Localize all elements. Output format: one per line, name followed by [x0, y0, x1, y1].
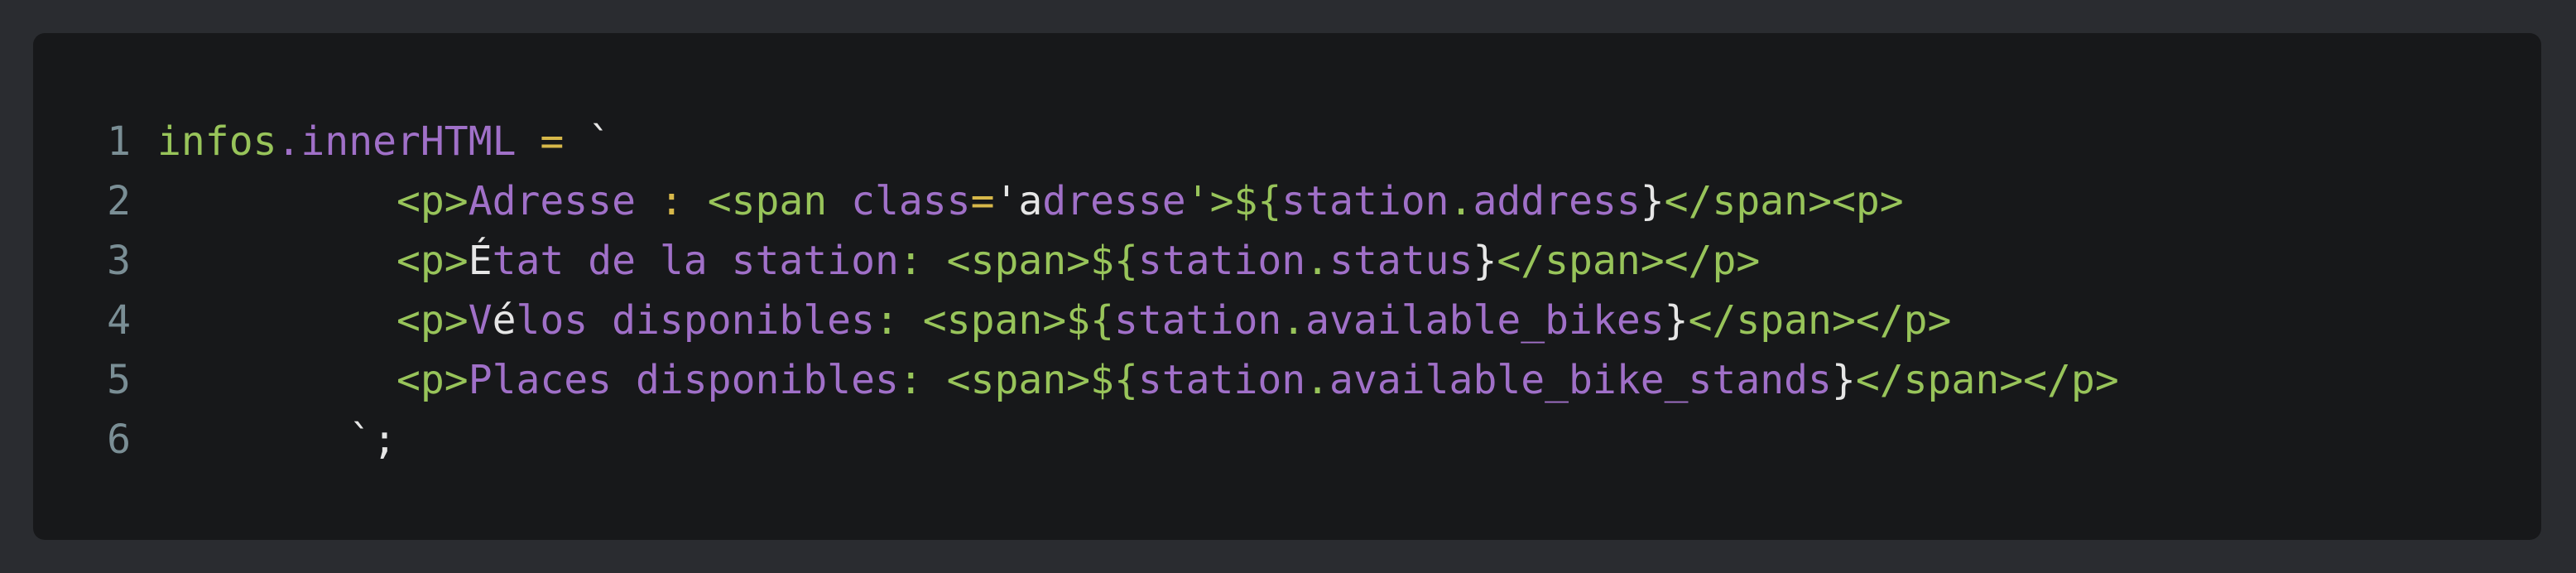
line-text: <p>Places disponibles: <span>${station.a… — [157, 350, 2541, 410]
line-number: 4 — [107, 297, 131, 344]
code-line: 4 <p>Vélos disponibles: <span>${station.… — [33, 291, 2541, 350]
code-token: </span></p> — [1497, 238, 1761, 284]
code-token: <p> — [396, 357, 469, 403]
code-token: : — [659, 178, 684, 224]
code-token: . — [1449, 178, 1473, 224]
line-text: <p>Vélos disponibles: <span>${station.av… — [157, 291, 2541, 350]
code-token: </span><p> — [1664, 178, 1904, 224]
code-token: '> — [1185, 178, 1234, 224]
code-token: address — [1473, 178, 1641, 224]
line-number: 2 — [107, 178, 131, 224]
code-token: </span></p> — [1855, 357, 2119, 403]
code-token: los disponibles — [516, 297, 875, 344]
code-token: status — [1329, 238, 1473, 284]
code-token: É — [468, 238, 493, 284]
line-number: 1 — [107, 118, 131, 165]
code-token: station — [1137, 357, 1306, 403]
code-token: V — [468, 297, 493, 344]
code-token: .innerHTML — [276, 118, 541, 165]
code-token: <span> — [946, 238, 1091, 284]
code-token: <p> — [396, 297, 469, 344]
code-token: } — [1473, 238, 1497, 284]
code-token: infos — [157, 118, 277, 165]
code-token: station — [1113, 297, 1282, 344]
code-content: 1 infos.innerHTML = ` 2 <p>Adresse : <span… — [33, 112, 2541, 469]
code-token: station — [1281, 178, 1449, 224]
line-number: 6 — [107, 417, 131, 463]
code-token: = — [970, 178, 995, 224]
code-token: station — [1137, 238, 1306, 284]
line-text: infos.innerHTML = ` — [157, 112, 2541, 171]
code-line: 6 `; — [33, 410, 2541, 469]
code-line: 2 <p>Adresse : <span class='adresse'>${s… — [33, 171, 2541, 231]
code-token: <span> — [946, 357, 1091, 403]
code-token: Adresse — [468, 178, 660, 224]
code-token: <p> — [396, 178, 469, 224]
code-token: . — [1305, 238, 1330, 284]
code-token: </span></p> — [1688, 297, 1952, 344]
code-token: : — [874, 297, 923, 344]
code-token: = — [540, 118, 565, 165]
code-line: 1 infos.innerHTML = ` — [33, 112, 2541, 171]
code-token: <span> — [922, 297, 1067, 344]
code-token: available_bike_stands — [1329, 357, 1832, 403]
line-number: 5 — [107, 357, 131, 403]
code-token: ${ — [1090, 238, 1138, 284]
code-token: 'a — [994, 178, 1043, 224]
code-line: 3 <p>État de la station: <span>${station… — [33, 231, 2541, 291]
code-token: : — [898, 357, 947, 403]
code-token: tat de la station — [492, 238, 899, 284]
code-token: class — [851, 178, 971, 224]
code-line: 5 <p>Places disponibles: <span>${station… — [33, 350, 2541, 410]
code-token: ${ — [1233, 178, 1282, 224]
code-token: <p> — [396, 238, 469, 284]
code-token: ${ — [1090, 357, 1138, 403]
code-token: ` — [564, 118, 613, 165]
code-token: } — [1664, 297, 1689, 344]
code-token: } — [1831, 357, 1856, 403]
code-token: . — [1281, 297, 1306, 344]
line-text: `; — [157, 410, 2541, 469]
code-token: . — [1305, 357, 1330, 403]
line-text: <p>État de la station: <span>${station.s… — [157, 231, 2541, 291]
code-token: available_bikes — [1305, 297, 1665, 344]
code-token: é — [492, 297, 517, 344]
code-block: 1 infos.innerHTML = ` 2 <p>Adresse : <span… — [33, 33, 2541, 540]
code-token: : — [898, 238, 947, 284]
code-token: Places disponibles — [468, 357, 899, 403]
line-text: <p>Adresse : <span class='adresse'>${sta… — [157, 171, 2541, 231]
code-token: `; — [348, 417, 396, 463]
code-token: } — [1640, 178, 1665, 224]
code-token: ${ — [1066, 297, 1114, 344]
code-token: dresse — [1042, 178, 1186, 224]
line-number: 3 — [107, 238, 131, 284]
code-token: <span — [707, 178, 852, 224]
